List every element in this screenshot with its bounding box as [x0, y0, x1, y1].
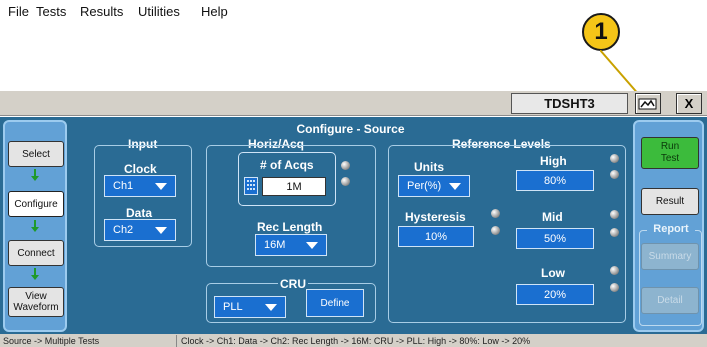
down-arrow-icon: [31, 220, 39, 232]
chevron-down-icon: [155, 183, 167, 190]
define-label: Define: [320, 297, 350, 309]
minimize-button[interactable]: [635, 93, 661, 114]
down-arrow-icon: [31, 268, 39, 280]
knob-icon: [491, 226, 500, 235]
cru-title: CRU: [278, 277, 308, 291]
callout-number: 1: [594, 18, 608, 45]
hysteresis-label: Hysteresis: [405, 210, 466, 224]
view-waveform-button[interactable]: View Waveform: [8, 287, 64, 317]
rec-length-value: 16M: [264, 239, 286, 251]
instrument-id: TDSHT3: [511, 93, 628, 114]
run-test-label-2: Test: [660, 153, 680, 164]
knob-icon: [491, 209, 500, 218]
clock-value: Ch1: [113, 180, 134, 192]
status-divider: [176, 335, 177, 347]
detail-label: Detail: [657, 294, 683, 306]
chevron-down-icon: [265, 304, 277, 311]
hysteresis-field[interactable]: 10%: [398, 226, 474, 247]
run-test-button[interactable]: Run Test: [641, 137, 699, 169]
select-button[interactable]: Select: [8, 141, 64, 167]
close-icon: X: [684, 96, 694, 111]
data-value: Ch2: [113, 224, 134, 236]
knob-icon: [610, 283, 619, 292]
status-right: Clock -> Ch1: Data -> Ch2: Rec Length ->…: [181, 336, 531, 346]
knob-icon: [610, 210, 619, 219]
knob-icon: [610, 266, 619, 275]
configure-button[interactable]: Configure: [8, 191, 64, 217]
callout-marker: 1: [582, 13, 620, 51]
report-label: Report: [647, 223, 695, 236]
chevron-down-icon: [449, 183, 461, 190]
acqs-input[interactable]: 1M: [262, 177, 326, 196]
minimize-icon: [638, 98, 657, 109]
knob-icon: [341, 161, 350, 170]
configure-label: Configure: [14, 198, 58, 210]
close-button[interactable]: X: [676, 93, 702, 114]
select-label: Select: [22, 148, 50, 160]
cru-dropdown[interactable]: PLL: [214, 296, 286, 318]
units-label: Units: [414, 160, 444, 174]
chevron-down-icon: [155, 227, 167, 234]
acqs-label: # of Acqs: [260, 158, 314, 172]
connect-button[interactable]: Connect: [8, 240, 64, 266]
low-field[interactable]: 20%: [516, 284, 594, 305]
mid-value: 50%: [543, 232, 567, 245]
run-test-label-1: Run: [660, 141, 680, 152]
keypad-icon[interactable]: [244, 177, 258, 195]
data-dropdown[interactable]: Ch2: [104, 219, 176, 241]
menu-file[interactable]: File: [8, 3, 29, 21]
units-dropdown[interactable]: Per(%): [398, 175, 470, 197]
knob-icon: [341, 177, 350, 186]
high-field[interactable]: 80%: [516, 170, 594, 191]
chevron-down-icon: [306, 242, 318, 249]
high-value: 80%: [543, 174, 567, 187]
low-label: Low: [541, 266, 565, 280]
status-left: Source -> Multiple Tests: [3, 336, 100, 346]
instrument-id-label: TDSHT3: [544, 96, 595, 111]
clock-label: Clock: [124, 162, 157, 176]
down-arrow-icon: [31, 169, 39, 181]
result-label: Result: [655, 195, 685, 207]
mid-field[interactable]: 50%: [516, 228, 594, 249]
low-value: 20%: [543, 288, 567, 301]
result-button[interactable]: Result: [641, 188, 699, 215]
define-button[interactable]: Define: [306, 289, 364, 317]
clock-dropdown[interactable]: Ch1: [104, 175, 176, 197]
panel-title: Configure - Source: [296, 122, 405, 136]
hysteresis-value: 10%: [424, 230, 448, 243]
knob-icon: [610, 228, 619, 237]
data-label: Data: [126, 206, 153, 220]
knob-icon: [610, 170, 619, 179]
rec-length-dropdown[interactable]: 16M: [255, 234, 327, 256]
menu-help[interactable]: Help: [201, 3, 228, 21]
knob-icon: [610, 154, 619, 163]
view-waveform-label-2: Waveform: [13, 302, 59, 313]
summary-button[interactable]: Summary: [641, 243, 699, 270]
high-label: High: [540, 154, 567, 168]
units-value: Per(%): [407, 180, 442, 192]
menu-results[interactable]: Results: [80, 3, 123, 21]
view-waveform-label-1: View: [25, 291, 47, 302]
mid-label: Mid: [542, 210, 563, 224]
menu-tests[interactable]: Tests: [36, 3, 66, 21]
rec-length-label: Rec Length: [257, 220, 323, 234]
menu-utilities[interactable]: Utilities: [138, 3, 180, 21]
cru-value: PLL: [223, 301, 243, 313]
connect-label: Connect: [17, 247, 55, 259]
summary-label: Summary: [648, 250, 692, 262]
detail-button[interactable]: Detail: [641, 287, 699, 314]
